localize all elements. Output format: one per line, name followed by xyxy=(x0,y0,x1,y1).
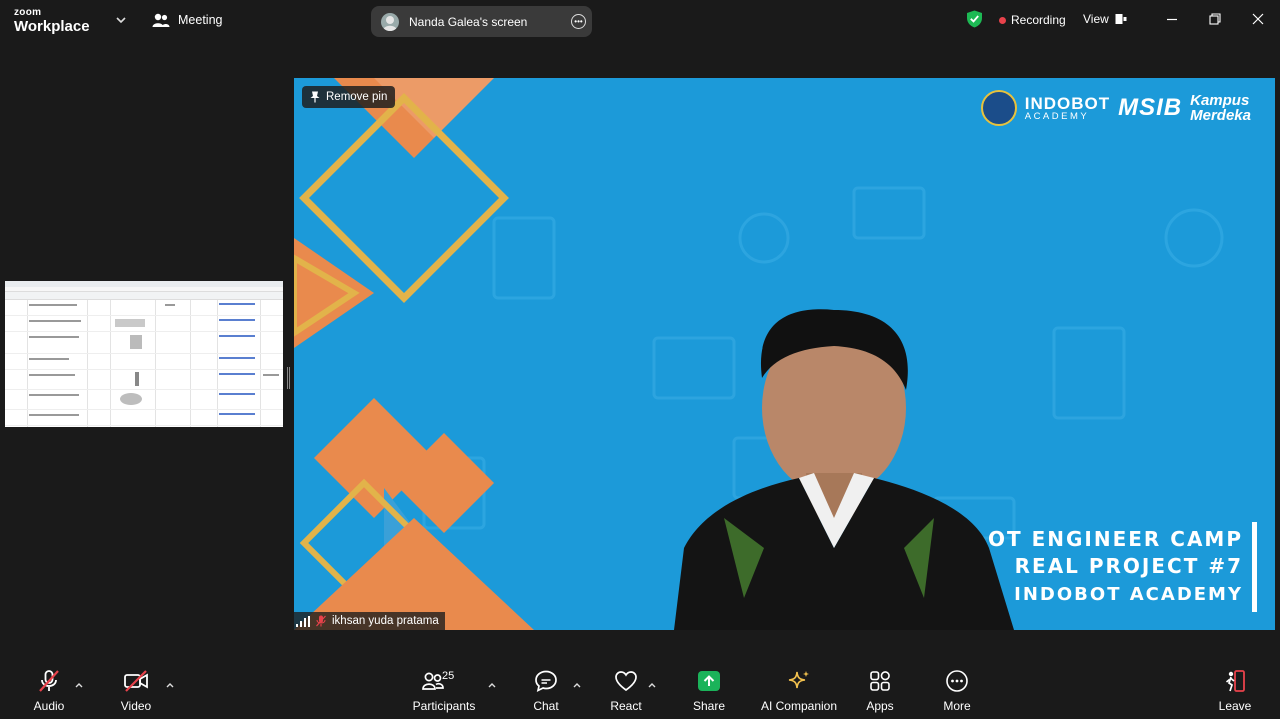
active-speaker-video[interactable]: INDOBOT ACADEMY MSIB Kampus Merdeka OT E… xyxy=(294,78,1275,630)
ai-companion-button[interactable]: AI Companion xyxy=(760,662,838,719)
audio-button[interactable]: Audio xyxy=(30,662,68,719)
share-label: Share xyxy=(692,699,726,713)
meeting-toolbar: Audio Video 25 Participants Chat React S… xyxy=(0,662,1280,719)
audio-label: Audio xyxy=(33,699,65,713)
brand-large: Workplace xyxy=(14,18,90,35)
more-label: More xyxy=(943,699,971,713)
sponsor-logos: INDOBOT ACADEMY MSIB Kampus Merdeka xyxy=(980,90,1251,126)
kampus-merdeka-top: Kampus xyxy=(1190,92,1250,109)
brand-small: zoom xyxy=(14,7,42,18)
share-button[interactable]: Share xyxy=(691,662,727,719)
table-row xyxy=(5,332,283,354)
react-label: React xyxy=(610,699,642,713)
more-options-icon[interactable]: ••• xyxy=(571,14,586,29)
view-label: View xyxy=(1083,12,1109,26)
app-brand: zoom Workplace xyxy=(14,7,90,35)
leave-button[interactable]: Leave xyxy=(1218,662,1252,719)
ai-companion-label: AI Companion xyxy=(760,699,838,713)
recording-label: Recording xyxy=(1011,13,1066,27)
table-row xyxy=(5,354,283,370)
signal-strength-icon xyxy=(296,615,310,627)
close-icon[interactable] xyxy=(1250,11,1266,27)
shield-check-icon[interactable] xyxy=(966,10,983,28)
participants-button[interactable]: 25 Participants xyxy=(412,662,476,719)
chevron-up-icon[interactable] xyxy=(572,680,582,690)
msib-logo: MSIB xyxy=(1118,94,1183,121)
microphone-muted-icon xyxy=(316,615,326,627)
banner-line-2: REAL PROJECT #7 xyxy=(1014,554,1243,578)
view-menu[interactable]: View xyxy=(1083,12,1127,26)
table-row xyxy=(5,410,283,426)
table-row xyxy=(5,316,283,332)
apps-icon xyxy=(867,668,893,694)
banner-accent-bar xyxy=(1252,522,1257,612)
chevron-up-icon[interactable] xyxy=(165,680,175,690)
participant-name-tag: ikhsan yuda pratama xyxy=(294,612,445,630)
kampus-merdeka-logo: Kampus Merdeka xyxy=(1190,93,1251,123)
indobot-logo-bottom: ACADEMY xyxy=(1024,110,1090,122)
more-button[interactable]: More xyxy=(939,662,975,719)
chevron-up-icon[interactable] xyxy=(487,680,497,690)
recording-dot-icon xyxy=(999,16,1006,24)
banner-line-1: OT ENGINEER CAMP xyxy=(987,527,1243,551)
chevron-up-icon[interactable] xyxy=(74,680,84,690)
chat-label: Chat xyxy=(533,699,559,713)
screen-share-pill[interactable]: Nanda Galea's screen ••• xyxy=(371,6,592,37)
participants-label: Participants xyxy=(412,699,476,713)
leave-door-icon xyxy=(1222,668,1248,694)
chevron-up-icon[interactable] xyxy=(647,680,657,690)
table-row xyxy=(5,370,283,390)
video-button[interactable]: Video xyxy=(116,662,156,719)
pin-icon xyxy=(310,91,320,103)
thumbnail-header-row xyxy=(5,292,283,300)
spreadsheet-preview xyxy=(5,300,283,427)
restore-icon[interactable] xyxy=(1207,11,1223,27)
table-row xyxy=(5,300,283,316)
apps-button[interactable]: Apps xyxy=(862,662,898,719)
participants-icon xyxy=(152,13,170,27)
panel-resize-handle[interactable] xyxy=(287,367,290,389)
avatar xyxy=(381,12,399,31)
top-bar: zoom Workplace Meeting Nanda Galea's scr… xyxy=(0,0,1280,42)
more-dots-icon xyxy=(944,668,970,694)
video-label: Video xyxy=(120,699,152,713)
react-button[interactable]: React xyxy=(608,662,644,719)
participants-count: 25 xyxy=(442,670,455,682)
chat-button[interactable]: Chat xyxy=(528,662,564,719)
view-layout-icon xyxy=(1115,14,1127,24)
participant-name: ikhsan yuda pratama xyxy=(332,615,439,627)
apps-label: Apps xyxy=(866,699,894,713)
table-row xyxy=(5,390,283,410)
indobot-logo-top: INDOBOT xyxy=(1024,93,1111,113)
remove-pin-button[interactable]: Remove pin xyxy=(302,86,396,108)
camera-off-icon xyxy=(123,668,149,694)
participants-icon: 25 xyxy=(420,668,454,694)
remove-pin-label: Remove pin xyxy=(326,91,388,103)
recording-indicator[interactable]: Recording xyxy=(999,13,1066,27)
ministry-seal-icon xyxy=(980,90,1017,126)
share-arrow-icon xyxy=(696,668,722,694)
meeting-menu[interactable]: Meeting xyxy=(152,12,222,28)
screen-share-label: Nanda Galea's screen xyxy=(409,14,528,29)
sparkle-icon xyxy=(786,668,812,694)
indobot-logo: INDOBOT ACADEMY xyxy=(1025,95,1110,122)
heart-icon xyxy=(613,668,639,694)
chevron-down-icon[interactable] xyxy=(114,13,128,27)
microphone-muted-icon xyxy=(36,668,62,694)
minimize-icon[interactable] xyxy=(1164,11,1180,27)
leave-label: Leave xyxy=(1218,699,1252,713)
banner-line-3: INDOBOT ACADEMY xyxy=(1014,584,1243,605)
meeting-label: Meeting xyxy=(178,13,223,27)
kampus-merdeka-bottom: Merdeka xyxy=(1190,107,1251,124)
shared-screen-thumbnail[interactable] xyxy=(5,281,283,427)
chat-bubble-icon xyxy=(533,668,559,694)
